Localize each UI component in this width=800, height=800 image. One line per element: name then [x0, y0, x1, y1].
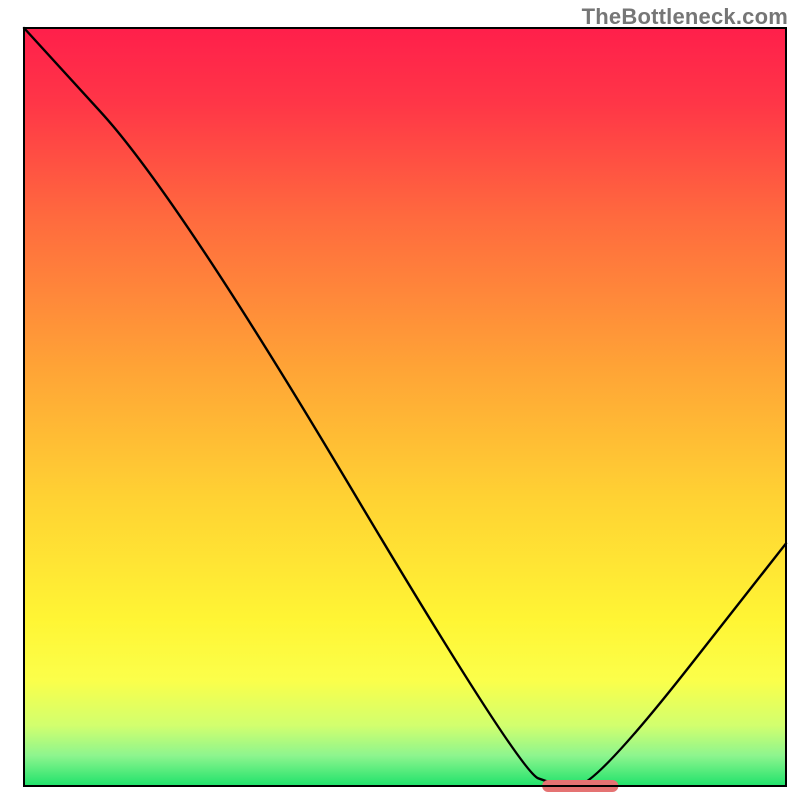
- watermark-text: TheBottleneck.com: [582, 4, 788, 30]
- chart-stage: { "watermark": "TheBottleneck.com", "cha…: [0, 0, 800, 800]
- bottleneck-chart: [0, 0, 800, 800]
- plot-area: [24, 28, 786, 786]
